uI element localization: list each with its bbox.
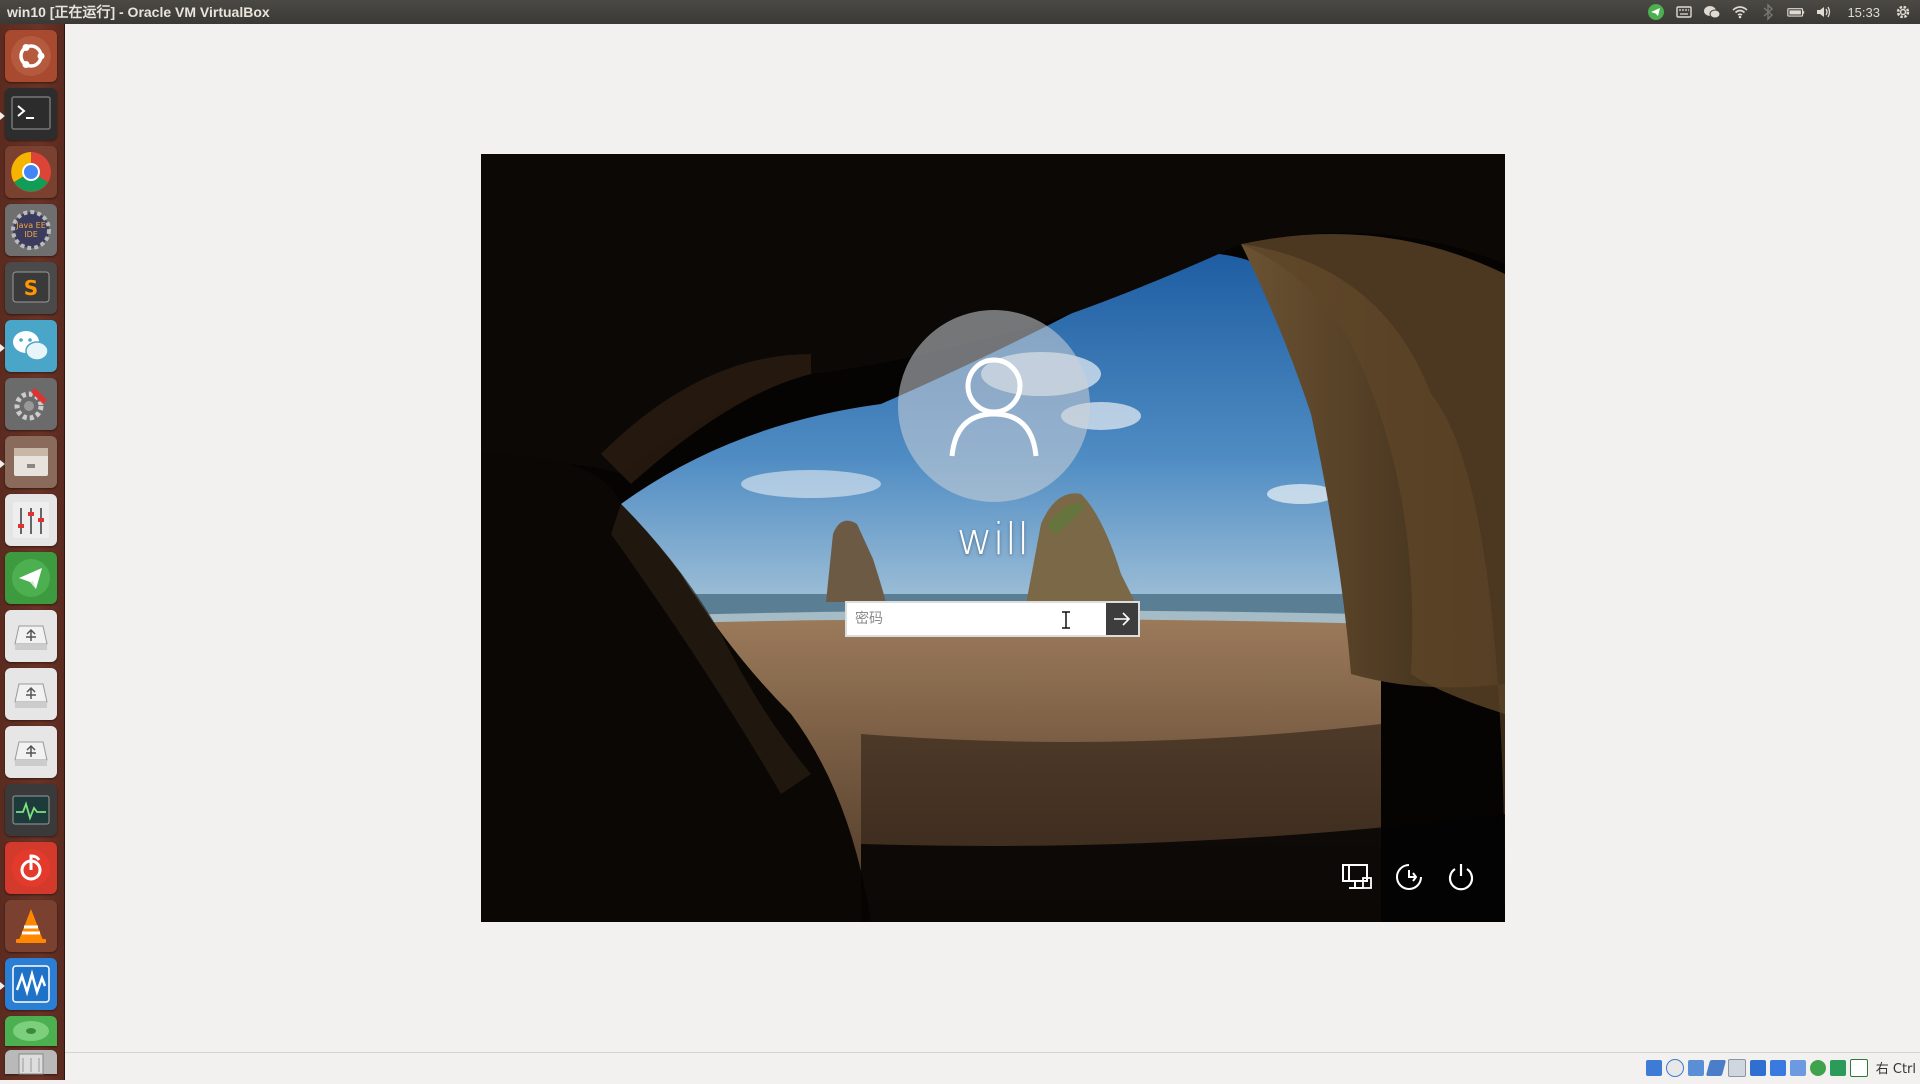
- usb-drive-icon[interactable]: [5, 726, 57, 778]
- vm-display[interactable]: will: [481, 154, 1505, 922]
- hard-disk-icon[interactable]: [1645, 1059, 1662, 1076]
- usb-drive-icon[interactable]: [5, 610, 57, 662]
- telegram-tray-icon[interactable]: [1647, 3, 1665, 21]
- top-panel: win10 [正在运行] - Oracle VM VirtualBox 15:3…: [0, 0, 1920, 24]
- svg-text:IDE: IDE: [24, 230, 38, 239]
- netease-music-icon[interactable]: [5, 842, 57, 894]
- wifi-icon[interactable]: [1731, 3, 1749, 21]
- lock-screen-actions: [1341, 861, 1477, 893]
- username: will: [956, 514, 1030, 565]
- display-icon[interactable]: [1769, 1059, 1786, 1076]
- accessibility-icon[interactable]: [1393, 861, 1425, 893]
- user-icon: [949, 357, 1039, 457]
- network-adapter-icon[interactable]: [1705, 1059, 1726, 1076]
- chrome-icon[interactable]: [5, 146, 57, 198]
- shared-folders-icon[interactable]: [1749, 1059, 1766, 1076]
- mouse-integration-icon[interactable]: [1829, 1059, 1846, 1076]
- vlc-icon[interactable]: [5, 900, 57, 952]
- user-avatar: [898, 310, 1090, 502]
- vbox-status-bar: 右 Ctrl: [65, 1052, 1920, 1081]
- network-icon[interactable]: [1341, 861, 1373, 893]
- system-tray: 15:33: [1647, 0, 1920, 24]
- power-icon[interactable]: [1445, 861, 1477, 893]
- usb-icon[interactable]: [1727, 1058, 1746, 1077]
- password-box: [845, 601, 1140, 637]
- optical-drive-icon[interactable]: [1665, 1058, 1684, 1077]
- submit-button[interactable]: [1106, 603, 1138, 635]
- host-key-label: 右 Ctrl: [1875, 1062, 1916, 1077]
- bluetooth-icon[interactable]: [1759, 3, 1777, 21]
- keyboard-capture-icon[interactable]: [1849, 1058, 1868, 1077]
- virtualbox-icon[interactable]: [5, 958, 57, 1010]
- status-icons: 右 Ctrl: [1645, 1058, 1916, 1077]
- wechat-icon[interactable]: [5, 320, 57, 372]
- launcher: Java EE IDE S: [0, 24, 65, 1080]
- svg-text:S: S: [24, 276, 38, 300]
- clock[interactable]: 15:33: [1843, 5, 1884, 20]
- sound-settings-icon[interactable]: [5, 494, 57, 546]
- system-settings-icon[interactable]: [5, 378, 57, 430]
- cpu-icon[interactable]: [1809, 1059, 1826, 1076]
- wechat-tray-icon[interactable]: [1703, 3, 1721, 21]
- java-ee-ide-icon[interactable]: Java EE IDE: [5, 204, 57, 256]
- gear-icon[interactable]: [1894, 3, 1912, 21]
- volume-icon[interactable]: [1815, 3, 1833, 21]
- terminal-icon[interactable]: [5, 88, 57, 140]
- telegram-icon[interactable]: [5, 552, 57, 604]
- battery-icon[interactable]: [1787, 3, 1805, 21]
- text-cursor-icon: [1062, 611, 1070, 629]
- trash-icon[interactable]: [5, 1050, 57, 1075]
- ubuntu-dash-icon[interactable]: [5, 30, 57, 82]
- usb-drive-icon[interactable]: [5, 668, 57, 720]
- window-title: win10 [正在运行] - Oracle VM VirtualBox: [7, 4, 270, 20]
- video-capture-icon[interactable]: [1789, 1059, 1806, 1076]
- system-monitor-icon[interactable]: [5, 784, 57, 836]
- file-manager-icon[interactable]: [5, 436, 57, 488]
- keyboard-icon[interactable]: [1675, 3, 1693, 21]
- arrow-right-icon: [1114, 612, 1131, 626]
- audio-icon[interactable]: [1687, 1059, 1704, 1076]
- svg-text:Java EE: Java EE: [15, 221, 46, 230]
- sublime-text-icon[interactable]: S: [5, 262, 57, 314]
